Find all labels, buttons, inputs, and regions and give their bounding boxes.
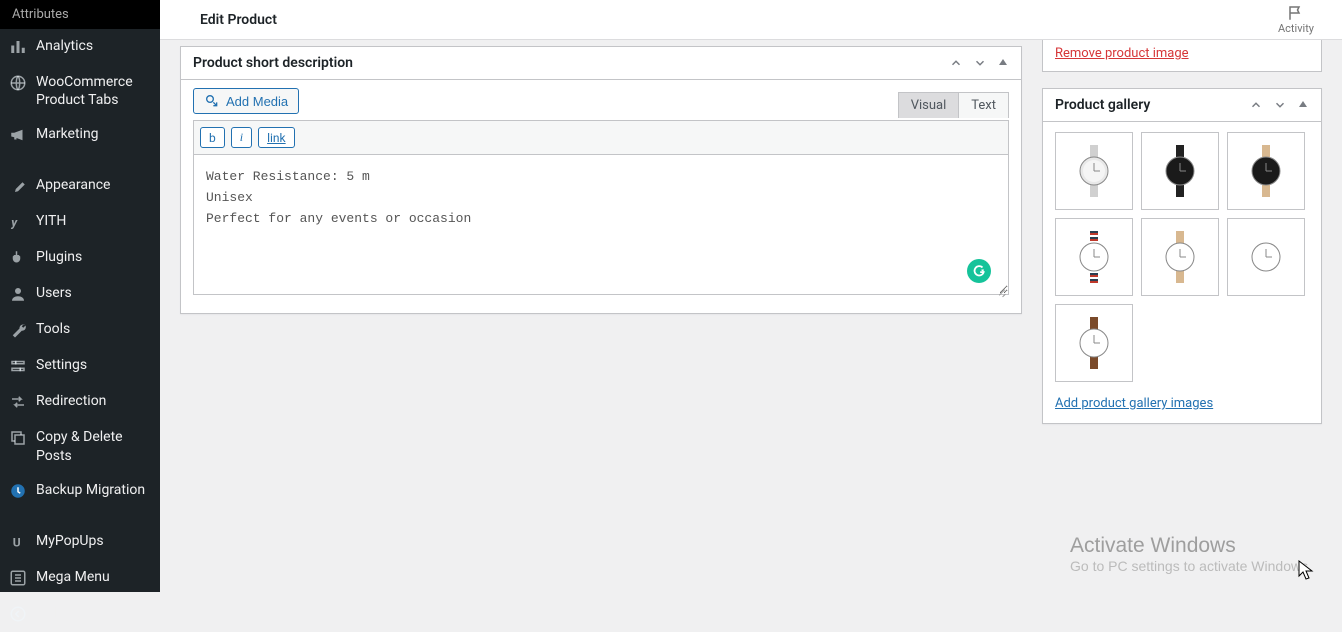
settings-icon [8,356,28,376]
activate-windows-watermark: Activate Windows Go to PC settings to ac… [1070,534,1312,574]
watch-icon [1064,313,1124,373]
watch-icon [1150,227,1210,287]
tab-text[interactable]: Text [958,92,1009,118]
watch-icon [1236,141,1296,201]
admin-sidebar: Attributes Analytics WooCommerce Product … [0,0,160,592]
panel-down-icon[interactable] [973,56,987,70]
sidebar-item-label: Collapse menu [36,604,152,622]
sidebar-item-marketing[interactable]: Marketing [0,117,160,153]
product-gallery-box: Product gallery Add product gallery imag… [1042,88,1322,424]
redirect-icon [8,392,28,412]
yith-icon: y [8,212,28,232]
sidebar-item-users[interactable]: Users [0,276,160,312]
watch-icon [1150,141,1210,201]
sidebar-item-collapse-menu[interactable]: Collapse menu [0,596,160,632]
sidebar-current-submenu[interactable]: Attributes [0,0,160,29]
watch-icon [1236,227,1296,287]
gallery-item[interactable] [1055,218,1133,296]
add-media-button[interactable]: Add Media [193,88,299,114]
short-description-heading: Product short description [193,55,949,71]
sidebar-item-label: Plugins [36,248,152,266]
gallery-item[interactable] [1141,132,1219,210]
activity-button[interactable]: Activity [1270,4,1322,35]
sidebar-item-plugins[interactable]: Plugins [0,240,160,276]
sidebar-item-label: Settings [36,356,152,374]
gallery-item[interactable] [1141,218,1219,296]
popup-icon: U [8,532,28,552]
sidebar-item-tools[interactable]: Tools [0,312,160,348]
add-gallery-images-link[interactable]: Add product gallery images [1055,396,1213,411]
link-button[interactable]: link [258,127,295,148]
sidebar-item-appearance[interactable]: Appearance [0,168,160,204]
gallery-item[interactable] [1227,132,1305,210]
copy-icon [8,428,28,448]
tab-visual[interactable]: Visual [898,92,960,118]
panel-toggle-icon[interactable] [1297,98,1309,112]
sidebar-item-analytics[interactable]: Analytics [0,29,160,65]
sidebar-item-label: Tools [36,320,152,338]
sidebar-item-redirection[interactable]: Redirection [0,384,160,420]
gallery-item[interactable] [1055,132,1133,210]
sidebar-item-backup-migration[interactable]: Backup Migration [0,473,160,509]
remove-product-image-link[interactable]: Remove product image [1055,46,1189,61]
sidebar-item-mega-menu[interactable]: Mega Menu [0,560,160,596]
gallery-item[interactable] [1227,218,1305,296]
panel-down-icon[interactable] [1273,98,1287,112]
editor-topbar: Edit Product Activity [160,0,1342,40]
sidebar-item-copy-delete-posts[interactable]: Copy & Delete Posts [0,420,160,472]
watch-icon [1064,227,1124,287]
users-icon [8,284,28,304]
sidebar-item-label: Marketing [36,125,152,143]
svg-text:U: U [13,535,21,549]
sidebar-item-woocommerce-product-tabs[interactable]: WooCommerce Product Tabs [0,65,160,117]
collapse-icon [8,604,28,624]
text-editor-toolbar: b i link [193,120,1009,155]
plugin-icon [8,248,28,268]
panel-toggle-icon[interactable] [997,56,1009,70]
short-description-textarea[interactable] [193,155,1009,295]
megaphone-icon [8,125,28,145]
sidebar-item-label: MyPopUps [36,532,152,550]
globe-icon [8,73,28,93]
product-gallery-heading: Product gallery [1055,97,1249,113]
flag-icon [1287,4,1305,22]
italic-button[interactable]: i [231,127,252,148]
mega-icon [8,568,28,588]
sidebar-item-label: Backup Migration [36,481,152,499]
watch-icon [1064,141,1124,201]
sidebar-item-label: Analytics [36,37,152,55]
sidebar-item-yith[interactable]: y YITH [0,204,160,240]
gallery-item[interactable] [1055,304,1133,382]
sidebar-item-label: YITH [36,212,152,230]
backup-icon [8,481,28,501]
sidebar-item-label: Copy & Delete Posts [36,428,152,464]
sidebar-item-label: Appearance [36,176,152,194]
sidebar-item-label: Redirection [36,392,152,410]
short-description-header: Product short description [181,47,1021,80]
panel-up-icon[interactable] [949,56,963,70]
grammarly-icon[interactable] [967,259,991,283]
sidebar-item-settings[interactable]: Settings [0,348,160,384]
sidebar-item-label: Mega Menu [36,568,152,586]
page-title: Edit Product [200,12,277,28]
media-icon [204,93,220,109]
brush-icon [8,176,28,196]
analytics-icon [8,37,28,57]
short-description-box: Product short description Add Media Visu… [180,46,1022,314]
product-image-box-bottom: Remove product image [1042,40,1322,72]
tools-icon [8,320,28,340]
sidebar-item-mypopups[interactable]: U MyPopUps [0,524,160,560]
cursor-icon [1298,560,1314,580]
panel-up-icon[interactable] [1249,98,1263,112]
sidebar-item-label: Users [36,284,152,302]
bold-button[interactable]: b [200,127,225,148]
sidebar-item-label: WooCommerce Product Tabs [36,73,152,109]
resize-handle[interactable] [995,285,1007,297]
svg-text:y: y [10,216,18,230]
